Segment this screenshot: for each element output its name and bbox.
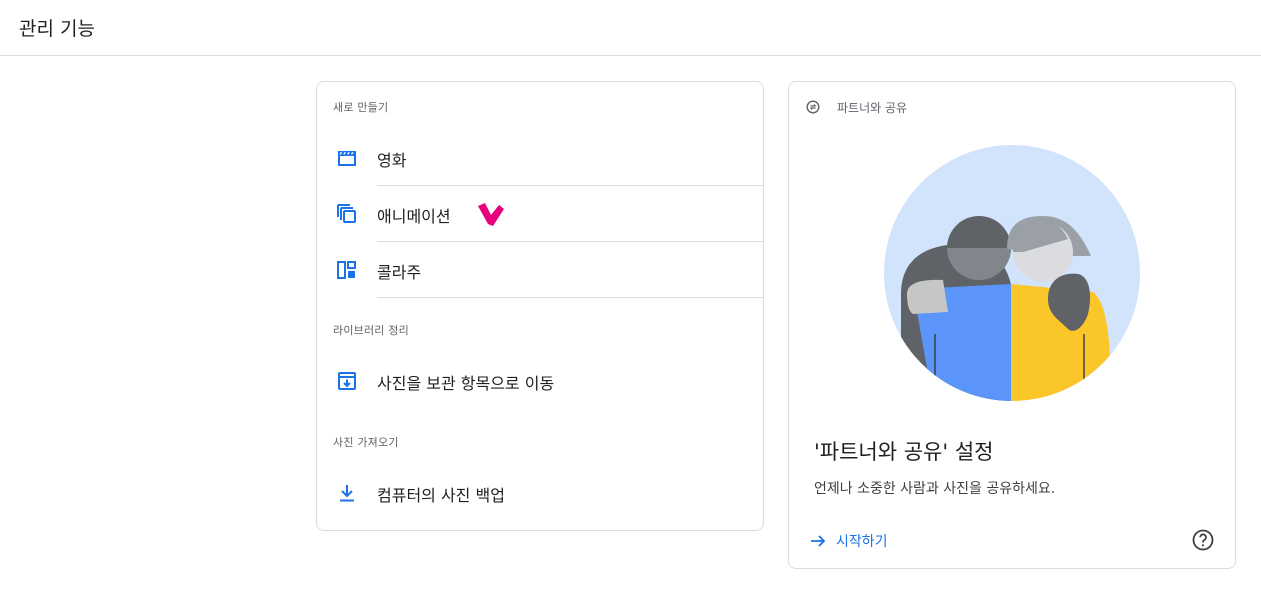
partner-sharing-title: '파트너와 공유' 설정 (814, 440, 994, 464)
menu-item-label: 컴퓨터의 사진 백업 (377, 486, 505, 505)
top-bar: 관리 기능 (0, 0, 1261, 56)
partner-sharing-card: 파트너와 공유 '파트너와 공유' 설정 언제나 소중한 사람과 사진을 공유하… (788, 81, 1236, 569)
movie-icon (338, 151, 356, 166)
menu-item-animation[interactable]: 애니메이션 (317, 186, 763, 242)
get-started-button[interactable]: 시작하기 (809, 529, 888, 553)
divider (377, 297, 763, 298)
menu-item-backup[interactable]: 컴퓨터의 사진 백업 (317, 465, 763, 521)
menu-item-label: 사진을 보관 항목으로 이동 (377, 374, 555, 393)
get-started-label: 시작하기 (836, 534, 888, 550)
partner-sharing-label: 파트너와 공유 (837, 101, 908, 115)
menu-item-archive[interactable]: 사진을 보관 항목으로 이동 (317, 353, 763, 409)
menu-item-collage[interactable]: 콜라주 (317, 242, 763, 298)
menu-item-label: 애니메이션 (377, 207, 451, 226)
new-marker-icon (478, 203, 504, 226)
creations-card: 새로 만들기 영화 애니메이션 콜라주 라이브러리 정리 사진을 보관 항목으로… (316, 81, 764, 531)
archive-icon (338, 372, 356, 390)
menu-item-movie[interactable]: 영화 (317, 130, 763, 186)
page-title: 관리 기능 (19, 18, 95, 40)
menu-item-label: 콜라주 (377, 263, 422, 282)
collage-icon (337, 261, 356, 279)
menu-item-label: 영화 (377, 151, 407, 170)
partner-sharing-icon (806, 100, 820, 114)
download-icon (340, 485, 354, 502)
partner-sharing-description: 언제나 소중한 사람과 사진을 공유하세요. (814, 481, 1056, 497)
help-icon[interactable] (1191, 528, 1215, 552)
partner-illustration (884, 145, 1140, 401)
section-header-import: 사진 가져오기 (333, 436, 399, 449)
section-header-organize: 라이브러리 정리 (333, 324, 409, 337)
arrow-forward-icon (811, 535, 826, 547)
animation-icon (337, 204, 356, 223)
section-header-create: 새로 만들기 (333, 101, 389, 114)
